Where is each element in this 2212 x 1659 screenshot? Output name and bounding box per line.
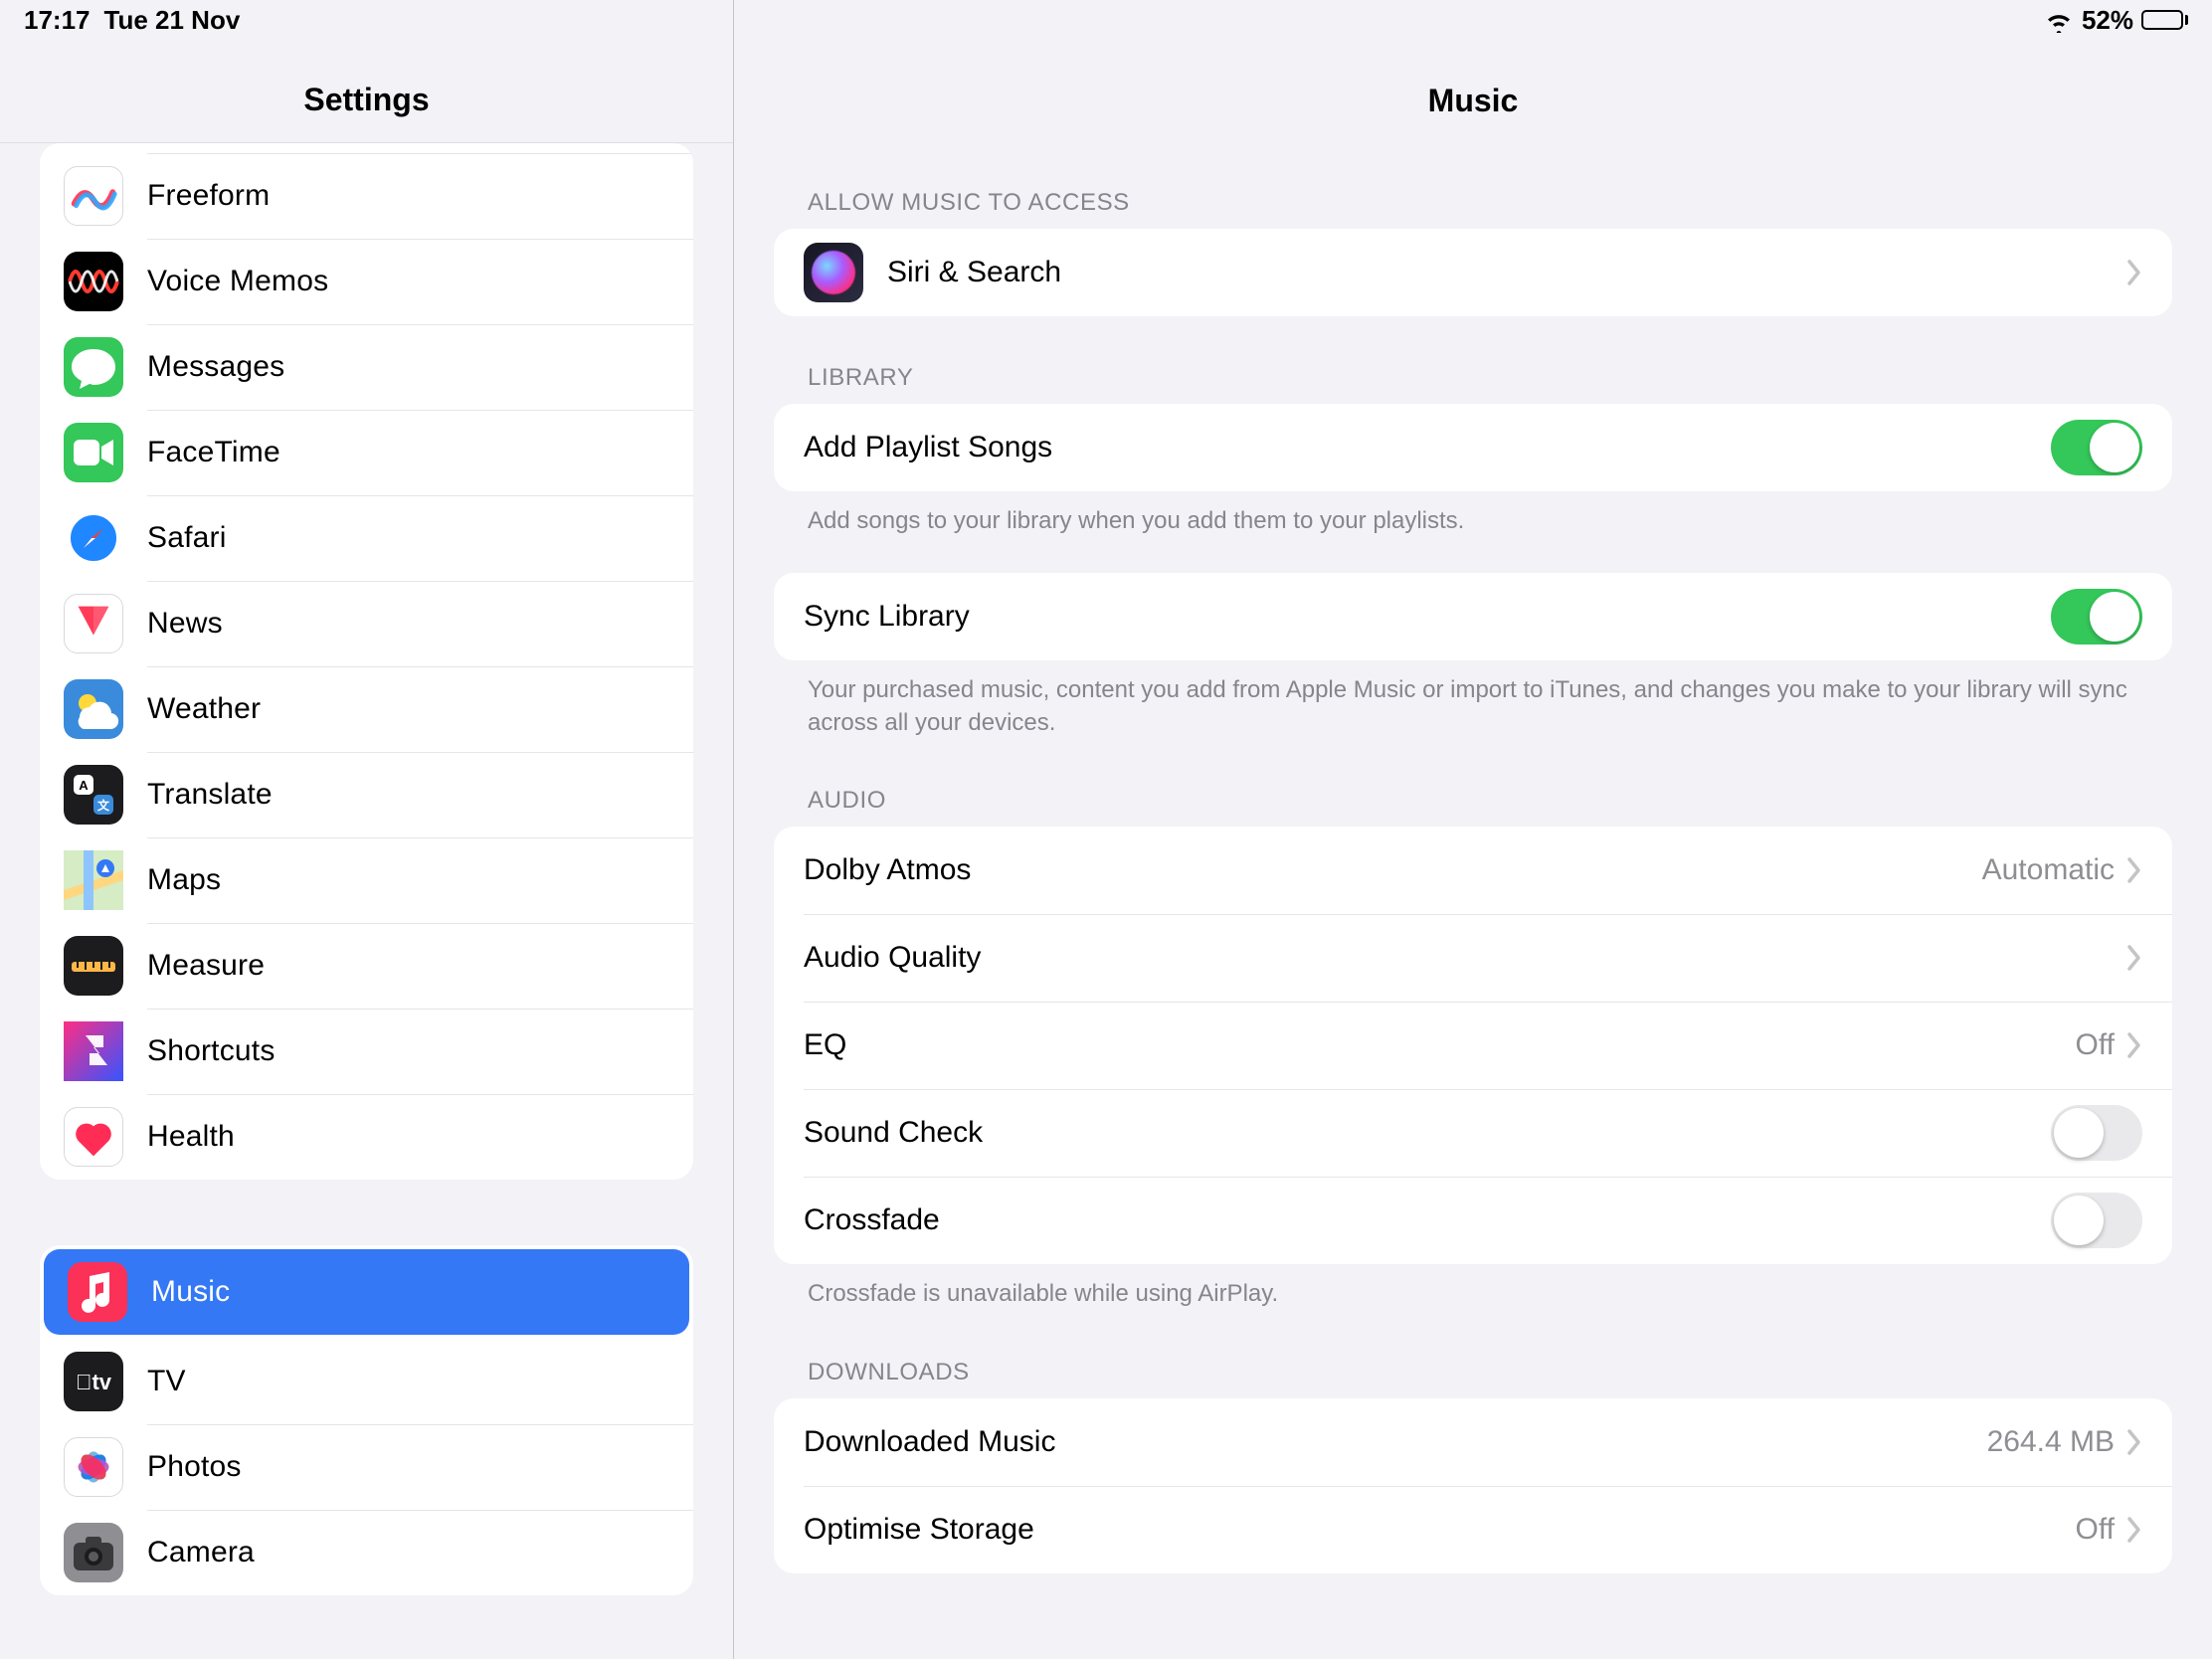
chevron-right-icon [2126, 1428, 2142, 1456]
section-header-library: Library [808, 364, 2172, 392]
battery-icon [2141, 10, 2188, 30]
voice-memos-icon [64, 252, 123, 311]
sidebar-title: Settings [303, 82, 429, 118]
row-siri-search[interactable]: Siri & Search [774, 229, 2172, 316]
detail-title: Music [1428, 83, 1519, 119]
measure-icon [64, 936, 123, 996]
card-audio: Dolby Atmos Automatic Audio Quality EQ O… [774, 827, 2172, 1264]
chevron-right-icon [2126, 856, 2142, 884]
sidebar-item-label: Shortcuts [147, 1034, 276, 1068]
sidebar-item-weather[interactable]: Weather [40, 666, 693, 752]
sidebar-item-label: Weather [147, 692, 261, 726]
battery-percent: 52% [2082, 5, 2133, 36]
detail-scroll[interactable]: Allow Music to Access Siri & Search Libr… [734, 143, 2212, 1659]
sidebar-item-voice-memos[interactable]: Voice Memos [40, 239, 693, 324]
sidebar-item-news[interactable]: News [40, 581, 693, 666]
sidebar-group-apps-1: Freeform Voice Memos Messages FaceTime Safar… [40, 143, 693, 1180]
sidebar-item-label: News [147, 607, 223, 641]
detail-pane: Music Allow Music to Access Siri & Searc… [734, 0, 2212, 1659]
svg-text:文: 文 [97, 798, 110, 813]
sidebar-item-label: Messages [147, 350, 284, 384]
row-label: Siri & Search [887, 256, 2126, 289]
wifi-icon [2044, 9, 2074, 31]
camera-icon [64, 1523, 123, 1582]
music-icon [68, 1262, 127, 1322]
sidebar-item-tv[interactable]: tv TV [40, 1339, 693, 1424]
status-bar: 17:17 Tue 21 Nov 52% [0, 0, 2212, 40]
footer-crossfade: Crossfade is unavailable while using Air… [808, 1278, 2138, 1310]
sidebar-item-label: Voice Memos [147, 265, 328, 298]
health-icon [64, 1107, 123, 1167]
row-optimise-storage[interactable]: Optimise Storage Off [774, 1486, 2172, 1573]
news-icon [64, 594, 123, 653]
sidebar-item-label: Safari [147, 521, 227, 555]
row-add-playlist-songs[interactable]: Add Playlist Songs [774, 404, 2172, 491]
chevron-right-icon [2126, 259, 2142, 286]
card-sync-library: Sync Library [774, 573, 2172, 660]
row-crossfade[interactable]: Crossfade [774, 1177, 2172, 1264]
sidebar-item-translate[interactable]: A文 Translate [40, 752, 693, 837]
weather-icon [64, 679, 123, 739]
siri-icon [804, 243, 863, 302]
svg-text:tv: tv [76, 1370, 112, 1394]
row-sound-check[interactable]: Sound Check [774, 1089, 2172, 1177]
toggle-sync-library[interactable] [2051, 589, 2142, 645]
toggle-add-playlist-songs[interactable] [2051, 420, 2142, 475]
row-eq[interactable]: EQ Off [774, 1002, 2172, 1089]
svg-text:A: A [79, 778, 89, 793]
sidebar-item-safari[interactable]: Safari [40, 495, 693, 581]
messages-icon [64, 337, 123, 397]
sidebar: Settings Freeform Voice Memos Messages Face… [0, 0, 734, 1659]
sidebar-item-messages[interactable]: Messages [40, 324, 693, 410]
maps-icon [64, 850, 123, 910]
chevron-right-icon [2126, 1516, 2142, 1544]
sidebar-item-label: Camera [147, 1536, 255, 1569]
sidebar-item-freeform[interactable]: Freeform [40, 153, 693, 239]
card-access: Siri & Search [774, 229, 2172, 316]
sidebar-item-camera[interactable]: Camera [40, 1510, 693, 1595]
sidebar-item-photos[interactable]: Photos [40, 1424, 693, 1510]
toggle-crossfade[interactable] [2051, 1193, 2142, 1248]
safari-icon [64, 508, 123, 568]
sidebar-item-label: Music [151, 1275, 230, 1309]
sidebar-group-apps-2: Music tv TV Photos Camera [40, 1245, 693, 1595]
toggle-sound-check[interactable] [2051, 1105, 2142, 1161]
footer-add-playlist: Add songs to your library when you add t… [808, 505, 2138, 537]
sidebar-item-label: Health [147, 1120, 235, 1154]
freeform-icon [64, 166, 123, 226]
sidebar-item-health[interactable]: Health [40, 1094, 693, 1180]
facetime-icon [64, 423, 123, 482]
row-sync-library[interactable]: Sync Library [774, 573, 2172, 660]
sidebar-item-measure[interactable]: Measure [40, 923, 693, 1009]
photos-icon [64, 1437, 123, 1497]
sidebar-item-label: FaceTime [147, 436, 280, 469]
chevron-right-icon [2126, 944, 2142, 972]
sidebar-item-label: TV [147, 1365, 186, 1398]
sidebar-scroll[interactable]: Freeform Voice Memos Messages FaceTime Safar… [0, 143, 733, 1659]
card-add-playlist: Add Playlist Songs [774, 404, 2172, 491]
sidebar-item-facetime[interactable]: FaceTime [40, 410, 693, 495]
footer-sync-library: Your purchased music, content you add fr… [808, 674, 2138, 739]
row-audio-quality[interactable]: Audio Quality [774, 914, 2172, 1002]
sidebar-item-music[interactable]: Music [44, 1249, 689, 1335]
status-date: Tue 21 Nov [104, 5, 241, 36]
translate-icon: A文 [64, 765, 123, 825]
sidebar-item-maps[interactable]: Maps [40, 837, 693, 923]
section-header-access: Allow Music to Access [808, 189, 2172, 217]
section-header-audio: Audio [808, 787, 2172, 815]
section-header-downloads: Downloads [808, 1359, 2172, 1386]
sidebar-item-label: Maps [147, 863, 221, 897]
shortcuts-icon [64, 1021, 123, 1081]
sidebar-item-label: Freeform [147, 179, 270, 213]
tv-icon: tv [64, 1352, 123, 1411]
row-downloaded-music[interactable]: Downloaded Music 264.4 MB [774, 1398, 2172, 1486]
sidebar-item-label: Measure [147, 949, 265, 983]
row-dolby-atmos[interactable]: Dolby Atmos Automatic [774, 827, 2172, 914]
sidebar-item-label: Photos [147, 1450, 242, 1484]
status-time: 17:17 [24, 5, 91, 36]
sidebar-item-label: Translate [147, 778, 273, 812]
sidebar-item-shortcuts[interactable]: Shortcuts [40, 1009, 693, 1094]
chevron-right-icon [2126, 1031, 2142, 1059]
card-downloads: Downloaded Music 264.4 MB Optimise Stora… [774, 1398, 2172, 1573]
